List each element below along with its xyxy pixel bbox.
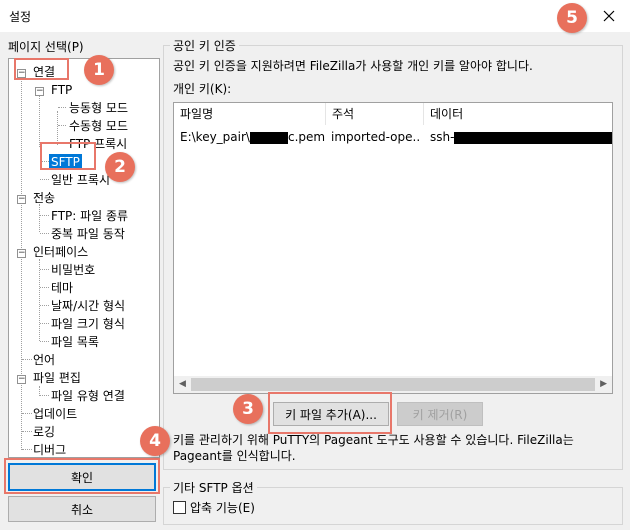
tree-item-updates[interactable]: 업데이트 (33, 406, 77, 422)
compression-label[interactable]: 압축 기능(E) (190, 499, 255, 516)
window-title: 설정 (9, 10, 32, 24)
row-data: ssh- (430, 128, 612, 146)
callout-box-add-key (268, 392, 392, 434)
annotation-badge-2: 2 (105, 152, 135, 182)
annotation-badge-4: 4 (140, 426, 170, 456)
tree-item-debug[interactable]: 디버그 (33, 442, 66, 457)
row-filename-suffix: c.pem (287, 130, 326, 144)
collapse-icon[interactable]: − (17, 375, 26, 384)
annotation-badge-1: 1 (84, 55, 114, 85)
tree-guide-line (39, 93, 40, 147)
tree-item-interface[interactable]: 인터페이스 (33, 244, 88, 260)
row-filename: E:\key_pair\ c.pem (180, 128, 326, 146)
tree-item-file-type-associations[interactable]: 파일 유형 연결 (51, 388, 125, 404)
callout-box-sftp (40, 142, 96, 170)
tree-item-ftp-file-types[interactable]: FTP: 파일 종류 (51, 208, 128, 224)
tree-guide-line (21, 75, 22, 450)
private-keys-label: 개인 키(K): (173, 82, 232, 96)
remove-key-button[interactable]: 키 제거(R) (397, 402, 483, 426)
other-sftp-group-title: 기타 SFTP 옵션 (170, 479, 257, 496)
annotation-badge-5: 5 (557, 3, 587, 33)
public-key-description: 공인 키 인증을 지원하려면 FileZilla가 사용할 개인 키를 알아야 … (173, 59, 533, 73)
scroll-right-icon[interactable]: ▶ (600, 379, 607, 389)
tree-item-file-size-format[interactable]: 파일 크기 형식 (51, 316, 125, 332)
tree-item-file-editing[interactable]: 파일 편집 (33, 370, 81, 386)
tree-item-passive-mode[interactable]: 수동형 모드 (69, 118, 128, 134)
scroll-left-icon[interactable]: ◀ (179, 379, 186, 389)
scrollbar-thumb[interactable] (191, 378, 595, 391)
private-key-list[interactable]: 파일명 주석 데이터 E:\key_pair\ c.pem imported-op… (173, 102, 613, 394)
collapse-icon[interactable]: − (35, 87, 44, 96)
tree-item-file-lists[interactable]: 파일 목록 (51, 334, 99, 350)
close-icon (603, 10, 615, 22)
row-filename-prefix: E:\key_pair\ (180, 130, 250, 144)
tree-item-theme[interactable]: 테마 (51, 280, 73, 296)
tree-guide-line (39, 204, 40, 232)
redacted-mark (454, 131, 612, 144)
column-header-filename[interactable]: 파일명 (174, 103, 326, 125)
tree-guide-line (39, 259, 40, 341)
tree-item-logging[interactable]: 로깅 (33, 424, 55, 440)
collapse-icon[interactable]: − (17, 195, 26, 204)
row-comment: imported-ope... (331, 130, 421, 144)
public-key-group-title: 공인 키 인증 (170, 37, 239, 54)
callout-box-connection (14, 58, 69, 80)
compression-checkbox[interactable] (173, 501, 186, 514)
title-bar: 설정 (0, 0, 630, 32)
tree-item-date-time-format[interactable]: 날짜/시간 형식 (51, 298, 125, 314)
tree-item-generic-proxy[interactable]: 일반 프록시 (51, 172, 110, 188)
close-button[interactable] (594, 2, 624, 30)
column-header-comment[interactable]: 주석 (326, 103, 424, 125)
tree-item-language[interactable]: 언어 (33, 352, 55, 368)
column-header-data[interactable]: 데이터 (424, 103, 612, 125)
row-data-prefix: ssh- (430, 130, 455, 144)
tree-guide-line (57, 111, 58, 145)
tree-item-transfers[interactable]: 전송 (33, 190, 55, 206)
callout-box-ok (4, 458, 160, 494)
page-select-label: 페이지 선택(P) (8, 40, 84, 54)
tree-item-duplicate-file-action[interactable]: 중복 파일 동작 (51, 226, 125, 242)
page-tree[interactable]: − 연결 − FTP 능동형 모드 수동형 모드 FTP 프록시 SFTP 일반… (8, 58, 160, 458)
redacted-mark (249, 131, 288, 144)
tree-item-ftp[interactable]: FTP (51, 82, 72, 98)
cancel-button[interactable]: 취소 (8, 496, 156, 522)
tree-item-active-mode[interactable]: 능동형 모드 (69, 100, 128, 116)
pageant-note: 키를 관리하기 위해 PuTTY의 Pageant 도구도 사용할 수 있습니다… (173, 433, 574, 463)
tree-item-password[interactable]: 비밀번호 (51, 262, 95, 278)
collapse-icon[interactable]: − (17, 249, 26, 258)
horizontal-scrollbar[interactable]: ◀ ▶ (174, 376, 612, 393)
annotation-badge-3: 3 (233, 394, 263, 424)
